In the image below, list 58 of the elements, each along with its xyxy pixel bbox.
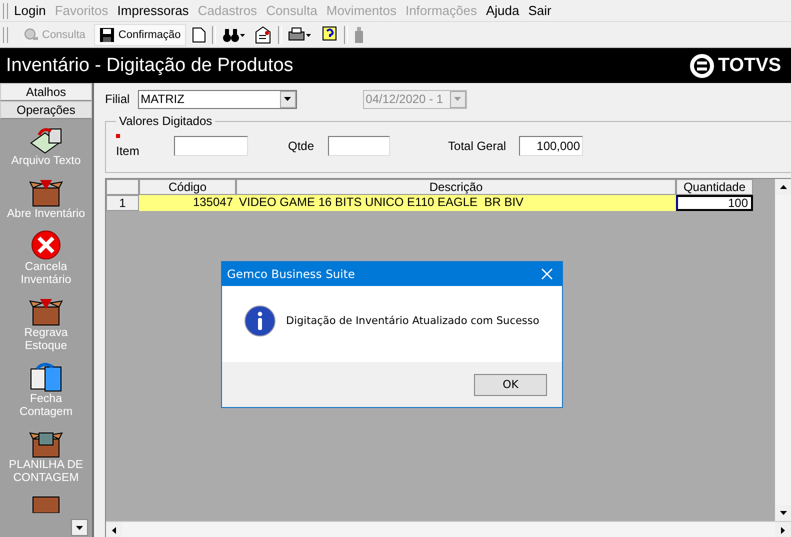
new-document-icon[interactable] xyxy=(192,26,206,42)
sidebar-item[interactable]: PLANILHA DE CONTAGEM xyxy=(4,459,88,485)
printer-icon[interactable] xyxy=(288,26,312,42)
document-icon[interactable] xyxy=(254,26,272,44)
total-label: Total Geral xyxy=(448,139,506,153)
menu-item[interactable]: Ajuda xyxy=(486,3,520,18)
logo-icon xyxy=(690,54,714,78)
page-title: Inventário - Digitação de Produtos xyxy=(6,54,294,76)
cancel-icon[interactable] xyxy=(30,229,62,261)
scroll-up-icon xyxy=(780,185,786,189)
book-icon[interactable] xyxy=(29,361,63,393)
item-label: Item xyxy=(116,144,140,158)
toolbar-button[interactable]: Confirmação xyxy=(94,24,186,46)
document-icon[interactable] xyxy=(29,125,63,155)
logo-text: TOTVS xyxy=(718,54,781,76)
dialog-title: Gemco Business Suite xyxy=(227,267,355,281)
sidebar-item[interactable]: Cancela Inventário xyxy=(4,261,88,287)
scroll-down-icon xyxy=(780,511,786,515)
ok-button[interactable]: OK xyxy=(474,374,547,396)
caret-icon xyxy=(76,526,83,530)
scroll-right-icon xyxy=(781,526,785,534)
info-icon xyxy=(244,305,276,337)
sidebar-tab[interactable]: Operações xyxy=(0,101,92,119)
close-icon[interactable] xyxy=(541,268,553,280)
column-header: Descrição xyxy=(236,179,676,195)
filial-dropdown[interactable]: MATRIZ xyxy=(138,90,297,108)
menu-item[interactable]: Impressoras xyxy=(117,3,189,18)
sidebar-item[interactable]: Regrava Estoque xyxy=(4,327,88,353)
magnifier-icon xyxy=(23,26,39,42)
scroll-left-icon xyxy=(112,526,116,534)
scroll-down-button[interactable] xyxy=(71,519,88,536)
required-marker-icon xyxy=(116,134,120,138)
item-input[interactable] xyxy=(174,136,248,156)
row-header-cell xyxy=(106,179,139,195)
sidebar-tab[interactable]: Atalhos xyxy=(0,83,92,101)
qtde-input[interactable] xyxy=(328,136,390,156)
qtde-label: Qtde xyxy=(288,139,314,153)
menu-item[interactable]: Login xyxy=(14,3,46,18)
binoculars-icon[interactable] xyxy=(222,26,246,42)
table-cell: 135047 xyxy=(139,195,236,211)
menu-item[interactable]: Sair xyxy=(528,3,552,18)
row-number: 1 xyxy=(106,195,139,211)
filial-label: Filial xyxy=(105,92,130,106)
table-cell: VIDEO GAME 16 BITS UNICO E110 EAGLE BR BIV xyxy=(236,195,676,211)
horizontal-scrollbar[interactable] xyxy=(106,521,791,537)
caret-icon xyxy=(454,97,462,101)
column-header: Quantidade xyxy=(676,179,753,195)
sidebar-item[interactable]: Arquivo Texto xyxy=(4,155,88,168)
column-header: Código xyxy=(139,179,236,195)
sidebar-item[interactable]: Abre Inventário xyxy=(4,208,88,221)
help-icon[interactable] xyxy=(320,26,338,44)
group-title: Valores Digitados xyxy=(118,114,214,128)
caret-icon xyxy=(284,97,292,101)
table-cell[interactable]: 100 xyxy=(676,195,753,211)
dialog-message: Digitação de Inventário Atualizado com Sucesso xyxy=(286,315,540,327)
total-field[interactable]: 100,000 xyxy=(519,136,584,156)
vertical-scrollbar[interactable] xyxy=(775,179,791,521)
sidebar-item[interactable]: Fecha Contagem xyxy=(4,393,88,419)
